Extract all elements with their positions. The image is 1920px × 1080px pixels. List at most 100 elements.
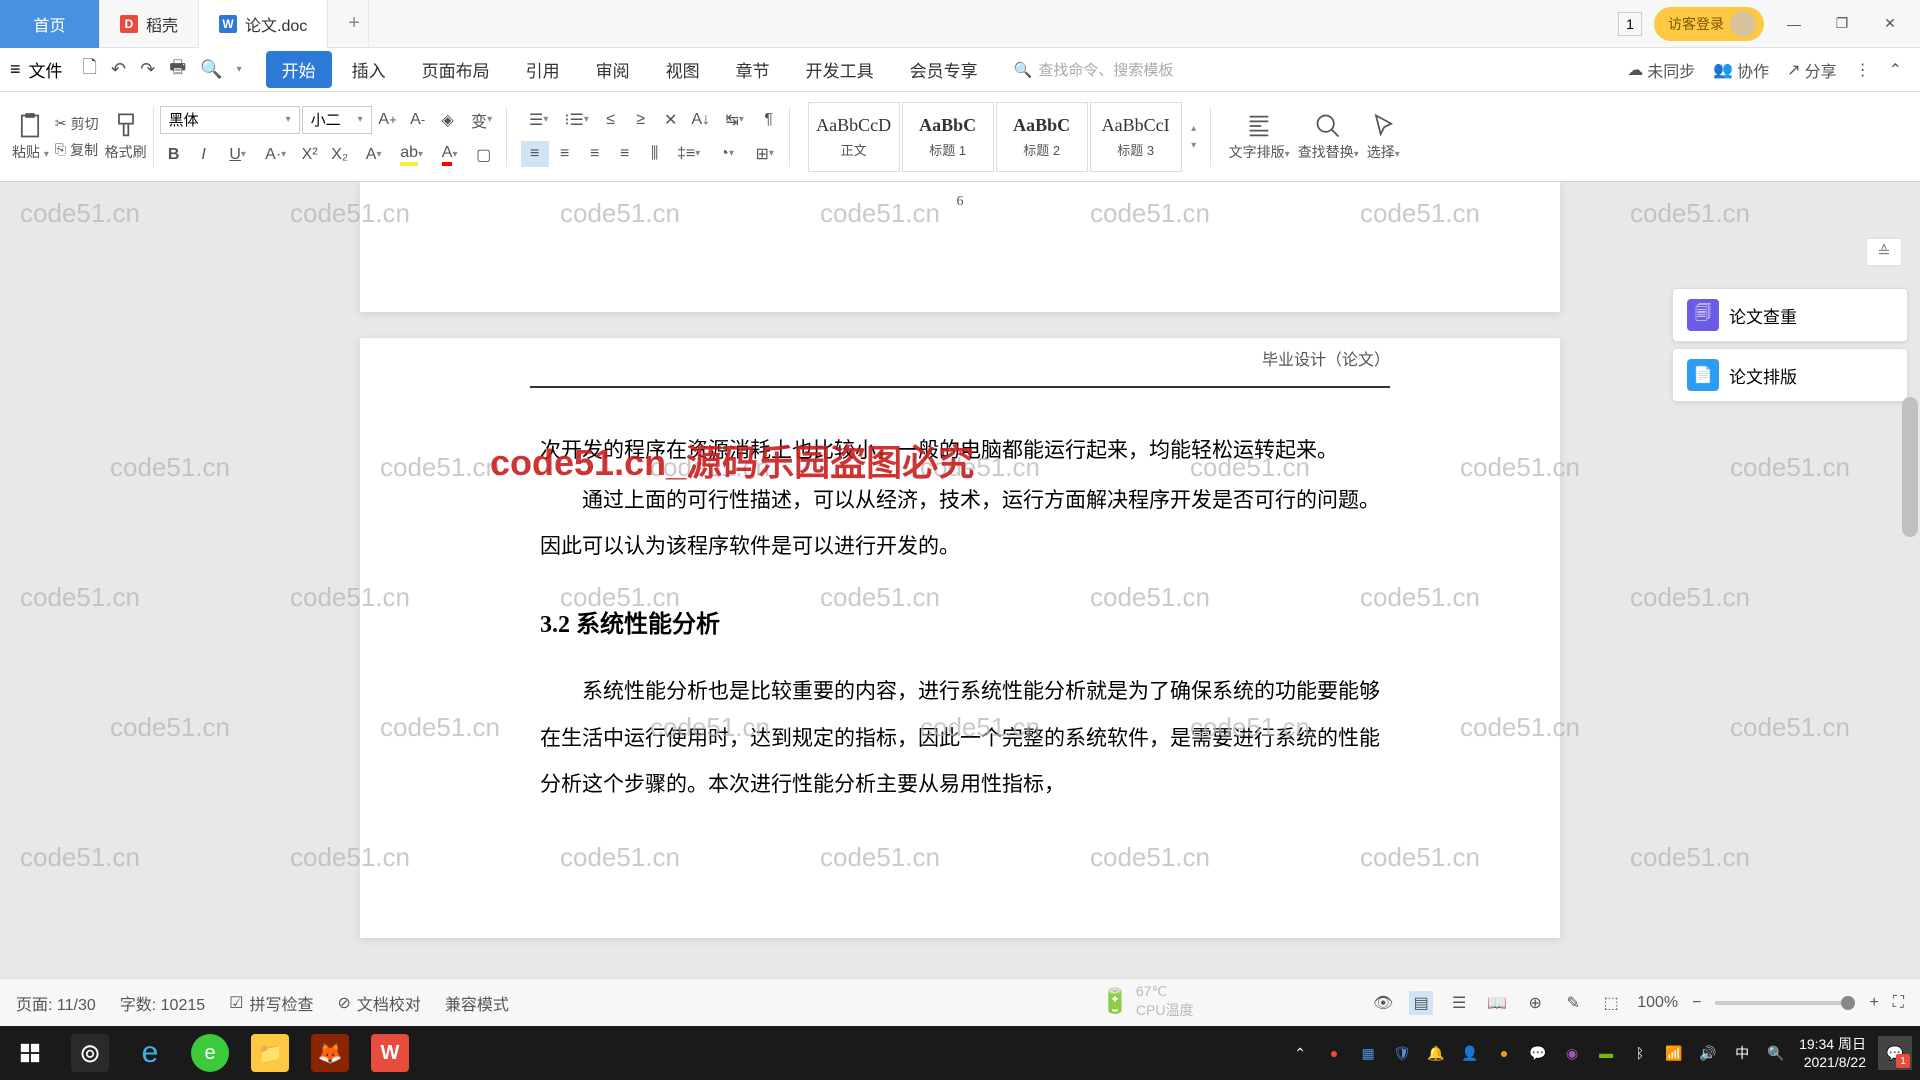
find-replace-button[interactable]: 查找替换▾ bbox=[1298, 112, 1359, 162]
page-view-icon[interactable]: ▤ bbox=[1409, 991, 1433, 1015]
redo-icon[interactable]: ↷ bbox=[140, 59, 155, 80]
task-360[interactable]: e bbox=[180, 1028, 240, 1078]
task-ie[interactable]: e bbox=[120, 1028, 180, 1078]
bullets-button[interactable]: ☰▾ bbox=[521, 107, 557, 133]
line-spacing-button[interactable]: ‡≡▾ bbox=[671, 141, 707, 167]
tray-ico3[interactable]: 🛡 bbox=[1391, 1042, 1413, 1064]
bold-button[interactable]: B bbox=[160, 142, 188, 168]
tray-ico1[interactable]: ● bbox=[1323, 1042, 1345, 1064]
text-effect-button[interactable]: A▾ bbox=[356, 142, 392, 168]
eye-icon[interactable]: 👁 bbox=[1371, 991, 1395, 1015]
justify-button[interactable]: ≡ bbox=[611, 141, 639, 167]
paste-button[interactable]: 粘贴 ▾ bbox=[12, 112, 49, 162]
file-menu[interactable]: 文件 bbox=[29, 57, 63, 82]
tray-ico7[interactable]: ◉ bbox=[1561, 1042, 1583, 1064]
borders-button[interactable]: ⊞▾ bbox=[747, 141, 783, 167]
grow-font-button[interactable]: A+ bbox=[374, 107, 402, 133]
menu-chapter[interactable]: 章节 bbox=[720, 51, 786, 88]
text-layout-button[interactable]: 文字排版▾ bbox=[1229, 112, 1290, 162]
maximize-button[interactable]: ❐ bbox=[1824, 6, 1860, 42]
sync-status[interactable]: ☁未同步 bbox=[1627, 58, 1695, 82]
phonetic-button[interactable]: 变▾ bbox=[464, 107, 500, 133]
menu-member[interactable]: 会员专享 bbox=[894, 51, 994, 88]
menu-reference[interactable]: 引用 bbox=[510, 51, 576, 88]
undo-icon[interactable]: ↶ bbox=[111, 59, 126, 80]
menu-review[interactable]: 审阅 bbox=[580, 51, 646, 88]
word-count[interactable]: 字数: 10215 bbox=[120, 991, 205, 1015]
tray-ico2[interactable]: ▦ bbox=[1357, 1042, 1379, 1064]
style-body[interactable]: AaBbCcD正文 bbox=[808, 102, 900, 172]
style-h3[interactable]: AaBbCcI标题 3 bbox=[1090, 102, 1182, 172]
edit-icon[interactable]: ✎ bbox=[1561, 991, 1585, 1015]
document-text[interactable]: 次开发的程序在资源消耗上也比较小，一般的电脑都能运行起来，均能轻松运转起来。 通… bbox=[540, 428, 1380, 808]
page-current[interactable]: 毕业设计（论文） 次开发的程序在资源消耗上也比较小，一般的电脑都能运行起来，均能… bbox=[360, 338, 1560, 938]
task-app5[interactable]: 🦊 bbox=[300, 1028, 360, 1078]
zoom-slider[interactable] bbox=[1715, 1001, 1855, 1005]
tray-ico5[interactable]: ● bbox=[1493, 1042, 1515, 1064]
menu-pagelayout[interactable]: 页面布局 bbox=[406, 51, 506, 88]
taskbar-clock[interactable]: 19:34 周日 2021/8/22 bbox=[1799, 1035, 1866, 1071]
styles-gallery[interactable]: AaBbCcD正文 AaBbC标题 1 AaBbC标题 2 AaBbCcI标题 … bbox=[808, 102, 1204, 172]
show-marks-button[interactable]: ¶ bbox=[755, 107, 783, 133]
tab-daoce[interactable]: D 稻壳 bbox=[100, 0, 199, 48]
char-border-button[interactable]: ▢ bbox=[470, 142, 498, 168]
underline-button[interactable]: U▾ bbox=[220, 142, 256, 168]
tray-ime[interactable]: 中 bbox=[1731, 1042, 1753, 1064]
collab-button[interactable]: 👥协作 bbox=[1713, 58, 1769, 82]
menu-icon[interactable]: ≡ bbox=[6, 55, 25, 84]
zoom-out-button[interactable]: − bbox=[1692, 994, 1701, 1012]
tray-volume-icon[interactable]: 🔊 bbox=[1697, 1042, 1719, 1064]
reading-view-icon[interactable]: 📖 bbox=[1485, 991, 1509, 1015]
font-size-select[interactable]: 小二▾ bbox=[302, 106, 372, 134]
page-count[interactable]: 页面: 11/30 bbox=[16, 991, 96, 1015]
shading-button[interactable]: ◔▾ bbox=[709, 141, 745, 167]
task-explorer[interactable]: 📁 bbox=[240, 1028, 300, 1078]
outline-view-icon[interactable]: ☰ bbox=[1447, 991, 1471, 1015]
select-button[interactable]: 选择▾ bbox=[1367, 112, 1400, 162]
minimize-button[interactable]: — bbox=[1776, 6, 1812, 42]
page-prev[interactable]: 6 bbox=[360, 182, 1560, 312]
tray-nvidia-icon[interactable]: ▬ bbox=[1595, 1042, 1617, 1064]
spell-check[interactable]: ☑拼写检查 bbox=[229, 991, 313, 1015]
format-painter-button[interactable]: 格式刷 bbox=[105, 112, 147, 162]
paper-check-button[interactable]: 🗐 论文查重 bbox=[1672, 288, 1908, 342]
zoom-in-button[interactable]: + bbox=[1869, 994, 1878, 1012]
copy-button[interactable]: ⎘ 复制 bbox=[55, 140, 99, 160]
new-tab-button[interactable]: + bbox=[328, 0, 369, 48]
web-view-icon[interactable]: ⊕ bbox=[1523, 991, 1547, 1015]
command-search[interactable]: 🔍 查找命令、搜索模板 bbox=[1014, 59, 1174, 80]
shrink-font-button[interactable]: A- bbox=[404, 107, 432, 133]
clear-format-button[interactable]: ◈ bbox=[434, 107, 462, 133]
strike-button[interactable]: A·▾ bbox=[258, 142, 294, 168]
fullscreen-icon[interactable]: ⛶ bbox=[1893, 994, 1904, 1012]
share-button[interactable]: ↗分享 bbox=[1787, 58, 1836, 82]
window-count[interactable]: 1 bbox=[1618, 12, 1642, 36]
highlight-button[interactable]: ab▾ bbox=[394, 142, 430, 168]
tray-search-icon[interactable]: 🔍 bbox=[1765, 1042, 1787, 1064]
font-color-button[interactable]: A▾ bbox=[432, 142, 468, 168]
zoom-level[interactable]: 100% bbox=[1637, 994, 1678, 1012]
tray-ico6[interactable]: 💬 bbox=[1527, 1042, 1549, 1064]
fit-page-icon[interactable]: ⬚ bbox=[1599, 991, 1623, 1015]
tray-wifi-icon[interactable]: 📶 bbox=[1663, 1042, 1685, 1064]
qat-dropdown[interactable]: ▾ bbox=[237, 64, 242, 75]
style-h1[interactable]: AaBbC标题 1 bbox=[902, 102, 994, 172]
side-collapse-button[interactable]: ≙ bbox=[1866, 238, 1902, 266]
action-center[interactable]: 💬 1 bbox=[1878, 1036, 1912, 1070]
preview-icon[interactable]: 🔍 bbox=[200, 59, 222, 80]
cut-button[interactable]: ✂ 剪切 bbox=[55, 114, 99, 134]
superscript-button[interactable]: X² bbox=[296, 142, 324, 168]
start-button[interactable] bbox=[0, 1026, 60, 1080]
menu-insert[interactable]: 插入 bbox=[336, 51, 402, 88]
sort-button[interactable]: A↓ bbox=[687, 107, 715, 133]
paper-layout-button[interactable]: 📄 论文排版 bbox=[1672, 348, 1908, 402]
menu-devtools[interactable]: 开发工具 bbox=[790, 51, 890, 88]
scrollbar-thumb[interactable] bbox=[1902, 397, 1918, 537]
subscript-button[interactable]: X₂ bbox=[326, 142, 354, 168]
align-right-button[interactable]: ≡ bbox=[581, 141, 609, 167]
numbering-button[interactable]: ⁝☰▾ bbox=[559, 107, 595, 133]
outdent-button[interactable]: ≤ bbox=[597, 107, 625, 133]
asian-layout-button[interactable]: ✕ bbox=[657, 107, 685, 133]
tab-home[interactable]: 首页 bbox=[0, 0, 100, 48]
tray-bluetooth-icon[interactable]: ᛒ bbox=[1629, 1042, 1651, 1064]
